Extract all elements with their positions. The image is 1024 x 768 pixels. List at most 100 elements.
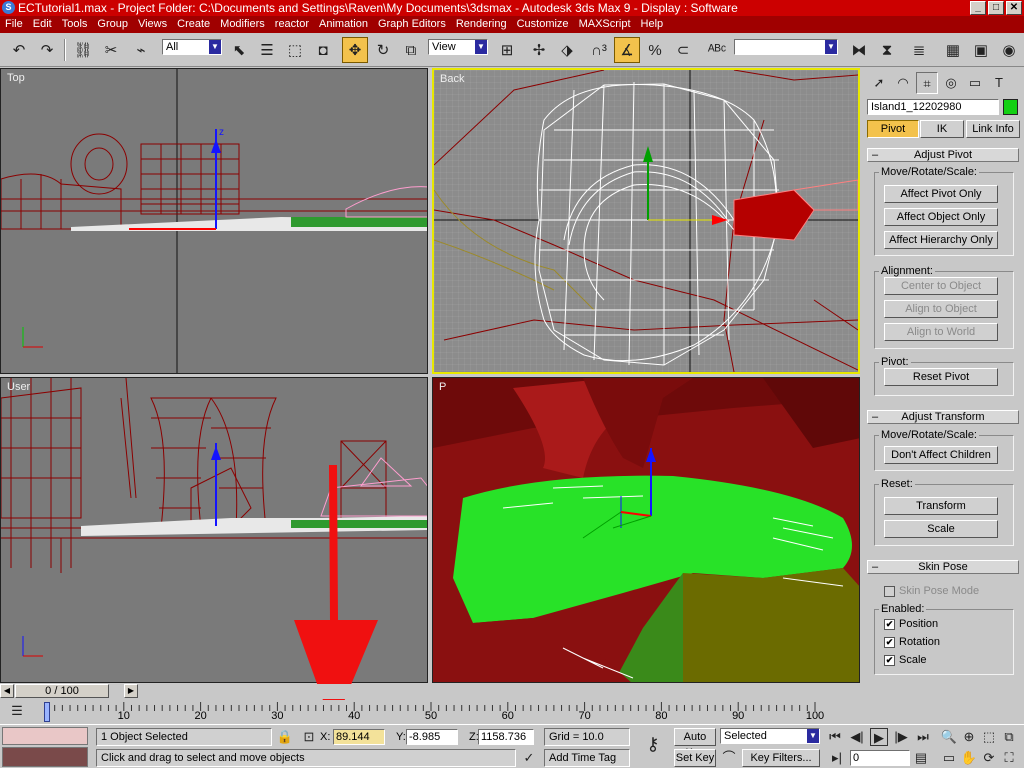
- align-to-object-button[interactable]: Align to Object: [884, 300, 998, 318]
- maxscript-listener-mini[interactable]: [2, 727, 88, 745]
- redo-icon[interactable]: ↷: [34, 37, 60, 63]
- reset-transform-button[interactable]: Transform: [884, 497, 998, 515]
- set-key-button[interactable]: Set Key: [674, 749, 716, 767]
- minimize-button[interactable]: _: [970, 1, 986, 15]
- bind-space-warp-icon[interactable]: ⌁: [128, 37, 154, 63]
- menu-file[interactable]: File: [0, 16, 28, 33]
- layer-manager-icon[interactable]: ≣: [906, 37, 932, 63]
- select-object-icon[interactable]: ⬉: [226, 37, 252, 63]
- rotation-checkbox[interactable]: ✔ Rotation: [884, 636, 940, 648]
- adjust-pivot-rollout-header[interactable]: – Adjust Pivot: [867, 148, 1019, 162]
- edit-named-selection-icon[interactable]: ᴬᴮᶜ: [704, 37, 730, 63]
- pan-icon[interactable]: ✋: [960, 749, 978, 767]
- viewport-top[interactable]: z Top: [0, 68, 428, 374]
- key-icon[interactable]: ⚷: [640, 735, 666, 753]
- dont-affect-children-button[interactable]: Don't Affect Children: [884, 446, 998, 464]
- viewport-user-label[interactable]: User: [7, 381, 30, 393]
- motion-tab-icon[interactable]: ◎: [940, 72, 962, 94]
- percent-snap-icon[interactable]: %: [642, 37, 668, 63]
- menu-help[interactable]: Help: [636, 16, 669, 33]
- select-and-scale-icon[interactable]: ⧉: [398, 37, 424, 63]
- curve-editor-icon[interactable]: ▦: [940, 37, 966, 63]
- scale-checkbox[interactable]: ✔ Scale: [884, 654, 927, 666]
- create-tab-icon[interactable]: ➚: [868, 72, 890, 94]
- select-and-rotate-icon[interactable]: ↻: [370, 37, 396, 63]
- menu-reactor[interactable]: reactor: [270, 16, 314, 33]
- default-tangent-icon[interactable]: ⌒: [720, 749, 738, 767]
- select-by-name-icon[interactable]: ☰: [254, 37, 280, 63]
- undo-icon[interactable]: ↶: [6, 37, 32, 63]
- viewport-perspective-label[interactable]: P: [439, 381, 446, 393]
- align-to-world-button[interactable]: Align to World: [884, 323, 998, 341]
- mini-curve-editor-icon[interactable]: ☰: [8, 702, 26, 720]
- key-mode-toggle-icon[interactable]: ▸|: [828, 749, 846, 767]
- material-editor-icon[interactable]: ◉: [996, 37, 1022, 63]
- object-color-swatch[interactable]: [1003, 99, 1018, 115]
- time-slider-next-icon[interactable]: ▶: [124, 684, 138, 698]
- previous-frame-icon[interactable]: ◀|: [848, 728, 866, 746]
- z-coordinate-input[interactable]: 1158.736: [478, 729, 534, 745]
- position-checkbox[interactable]: ✔ Position: [884, 618, 938, 630]
- viewport-back-label[interactable]: Back: [440, 73, 464, 85]
- object-name-field[interactable]: Island1_12202980: [867, 99, 999, 115]
- absolute-mode-icon[interactable]: ⊡: [300, 728, 318, 746]
- select-and-move-icon[interactable]: ✥: [342, 37, 368, 63]
- hierarchy-tab-icon[interactable]: ⌗: [916, 72, 938, 94]
- zoom-extents-all-icon[interactable]: ⧉: [1000, 728, 1018, 746]
- arc-rotate-icon[interactable]: ⟳: [980, 749, 998, 767]
- x-coordinate-input[interactable]: 89.144: [333, 729, 385, 745]
- selection-filter-dropdown[interactable]: All ▼: [162, 39, 222, 55]
- menu-animation[interactable]: Animation: [314, 16, 373, 33]
- lock-selection-icon[interactable]: 🔒: [276, 728, 294, 746]
- zoom-icon[interactable]: 🔍: [940, 728, 958, 746]
- snaps-toggle-icon[interactable]: ∩³: [586, 37, 612, 63]
- menu-rendering[interactable]: Rendering: [451, 16, 512, 33]
- app-icon[interactable]: S: [2, 1, 15, 14]
- zoom-all-icon[interactable]: ⊕: [960, 728, 978, 746]
- display-tab-icon[interactable]: ▭: [964, 72, 986, 94]
- reference-coordinate-dropdown[interactable]: View ▼: [428, 39, 488, 55]
- maxscript-output-mini[interactable]: [2, 747, 88, 767]
- menu-edit[interactable]: Edit: [28, 16, 57, 33]
- auto-key-button[interactable]: Auto Key: [674, 728, 716, 759]
- current-frame-input[interactable]: 0: [850, 750, 910, 766]
- menu-views[interactable]: Views: [133, 16, 172, 33]
- manipulate-icon[interactable]: ✢: [526, 37, 552, 63]
- add-time-tag-button[interactable]: Add Time Tag: [544, 749, 630, 767]
- menu-graph-editors[interactable]: Graph Editors: [373, 16, 451, 33]
- time-slider-thumb[interactable]: 0 / 100: [15, 684, 109, 698]
- center-to-object-button[interactable]: Center to Object: [884, 277, 998, 295]
- viewport-back[interactable]: Back: [432, 68, 860, 374]
- current-frame-marker[interactable]: [44, 702, 50, 722]
- track-bar[interactable]: ☰ 0102030405060708090100: [0, 700, 860, 724]
- window-crossing-icon[interactable]: ◘: [310, 37, 336, 63]
- menu-tools[interactable]: Tools: [57, 16, 93, 33]
- affect-hierarchy-only-button[interactable]: Affect Hierarchy Only: [884, 231, 998, 249]
- maximize-viewport-icon[interactable]: ⛶: [1000, 749, 1018, 767]
- region-zoom-icon[interactable]: ▭: [940, 749, 958, 767]
- keyboard-shortcut-icon[interactable]: ⬗: [554, 37, 580, 63]
- rectangular-selection-icon[interactable]: ⬚: [282, 37, 308, 63]
- link-info-tab-button[interactable]: Link Info: [966, 120, 1020, 138]
- named-selection-dropdown[interactable]: ▼: [734, 39, 838, 55]
- utilities-tab-icon[interactable]: T: [988, 72, 1010, 94]
- viewport-top-label[interactable]: Top: [7, 72, 25, 84]
- play-icon[interactable]: ▶: [870, 728, 888, 746]
- time-configuration-icon[interactable]: ▤: [912, 749, 930, 767]
- skin-pose-mode-checkbox[interactable]: Skin Pose Mode: [884, 585, 979, 597]
- menu-create[interactable]: Create: [172, 16, 215, 33]
- time-tag-icon[interactable]: ✓: [520, 749, 538, 767]
- modify-tab-icon[interactable]: ◠: [892, 72, 914, 94]
- close-button[interactable]: ✕: [1006, 1, 1022, 15]
- angle-snap-icon[interactable]: ∡: [614, 37, 640, 63]
- time-slider-prev-icon[interactable]: ◀: [0, 684, 14, 698]
- adjust-transform-rollout-header[interactable]: – Adjust Transform: [867, 410, 1019, 424]
- schematic-view-icon[interactable]: ▣: [968, 37, 994, 63]
- affect-pivot-only-button[interactable]: Affect Pivot Only: [884, 185, 998, 203]
- pivot-tab-button[interactable]: Pivot: [867, 120, 919, 138]
- menu-group[interactable]: Group: [92, 16, 133, 33]
- align-icon[interactable]: ⧗: [874, 37, 900, 63]
- time-slider[interactable]: ◀ 0 / 100 ▶: [0, 684, 860, 699]
- y-coordinate-input[interactable]: -8.985: [406, 729, 458, 745]
- pivot-center-icon[interactable]: ⊞: [494, 37, 520, 63]
